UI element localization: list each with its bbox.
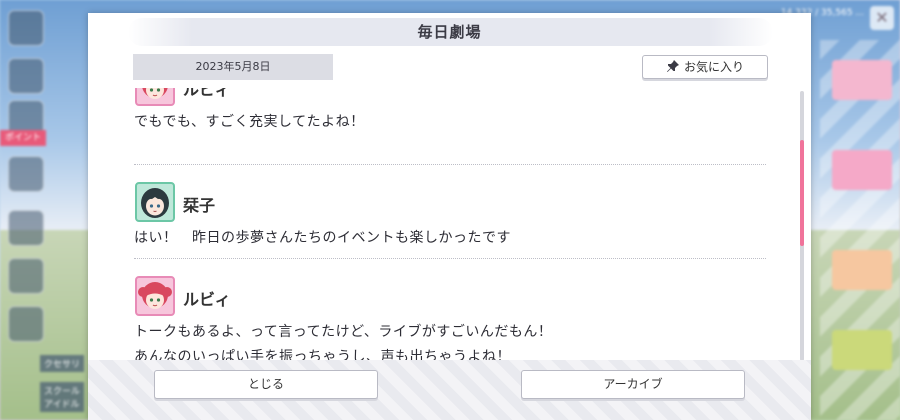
message-header: ルビィ [128,276,768,320]
speaker-name: ルビィ [183,290,231,309]
chat-message: ルビィ トークもあるよ、って言ってたけど、ライブがすごいんだもん！ あんなのいっ… [128,276,768,363]
right-banner-card[interactable] [832,250,892,290]
dialog-title: 毎日劇場 [417,23,482,41]
speaker-name: 栞子 [183,196,216,215]
school-idol-label: スクール アイドル [40,382,85,412]
right-banner-card[interactable] [832,330,892,370]
accessory-label: クセサリ [40,355,85,372]
pin-icon [666,60,679,72]
daily-theater-dialog: 毎日劇場 2023年5月8日 お気に入り ルビィ でもでも、すごく充実してたよね… [88,13,811,420]
right-banner-card[interactable] [832,150,892,190]
close-icon[interactable]: ✕ [870,6,894,30]
favorite-button[interactable]: お気に入り [642,55,768,79]
speaker-name: ルビィ [183,88,231,99]
chat-message: ルビィ でもでも、すごく充実してたよね！ [128,88,768,135]
ruby-avatar [135,276,175,316]
ruby-avatar [135,88,175,106]
favorite-label: お気に入り [683,60,744,74]
message-header: 栞子 [128,182,768,226]
side-point-tag: ポイント [0,130,46,146]
message-divider [134,164,766,165]
message-text: トークもあるよ、って言ってたけど、ライブがすごいんだもん！ [134,324,553,340]
scrollbar-thumb[interactable] [800,140,804,246]
chat-log[interactable]: ルビィ でもでも、すごく充実してたよね！ 栞子 はい！ 昨日の歩夢さんたちのイベ… [128,88,768,363]
message-divider [134,258,766,259]
message-text: でもでも、すごく充実してたよね！ [134,114,365,130]
right-banner-card[interactable] [832,60,892,100]
close-button[interactable]: とじる [154,370,378,399]
chat-message: 栞子 はい！ 昨日の歩夢さんたちのイベントも楽しかったです [128,182,768,251]
monitor-icon[interactable] [8,210,44,246]
chat-icon[interactable] [8,58,44,94]
date-tab: 2023年5月8日 [133,54,333,80]
gift-icon[interactable] [8,156,44,192]
cup-icon[interactable] [8,258,44,294]
menu-icon[interactable] [8,10,44,46]
message-header: ルビィ [128,88,768,110]
archive-button[interactable]: アーカイブ [521,370,745,399]
chat-scrollbar[interactable] [800,91,804,361]
shioriko-avatar [135,182,175,222]
message-text: はい！ 昨日の歩夢さんたちのイベントも楽しかったです [134,230,511,246]
expand-icon[interactable] [8,306,44,342]
